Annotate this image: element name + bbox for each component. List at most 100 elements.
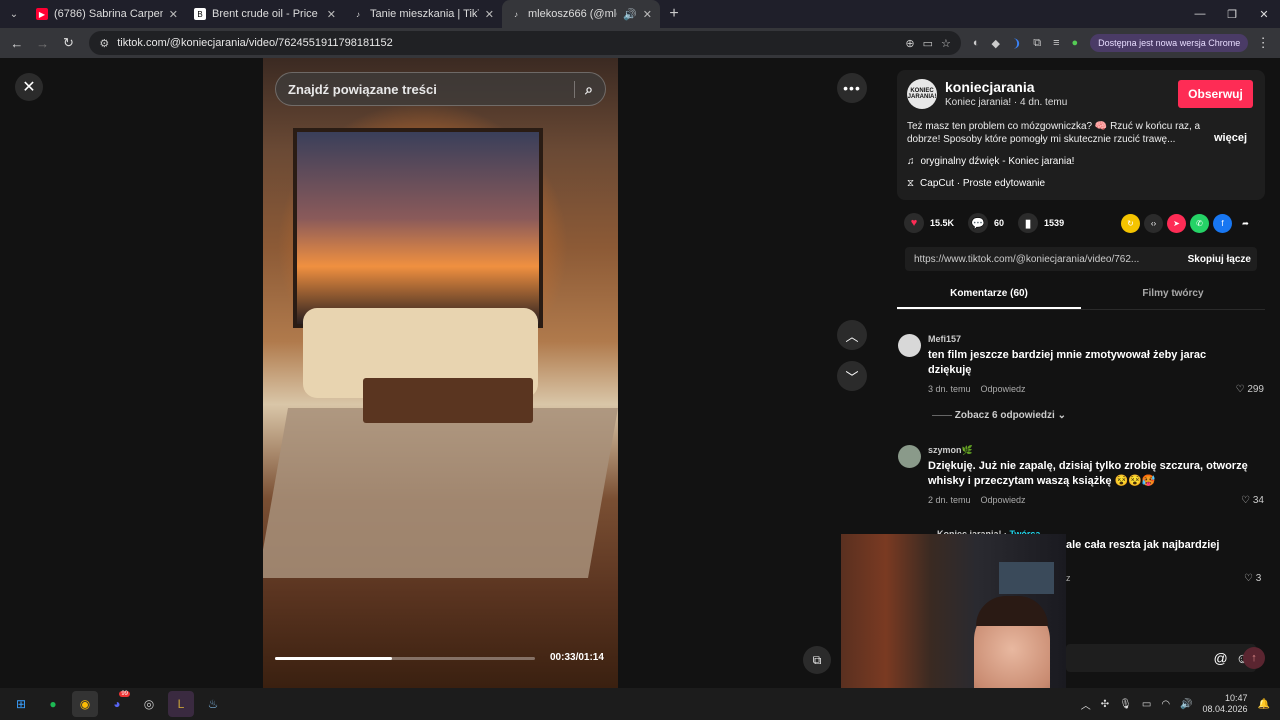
heart-outline-icon: ♡ <box>1241 495 1251 506</box>
previous-video-button[interactable]: ︿ <box>837 320 867 350</box>
maximize-button[interactable]: ❐ <box>1216 0 1248 28</box>
tab-comments[interactable]: Komentarze (60) <box>897 282 1081 309</box>
notification-bell-icon[interactable]: 🔔 <box>1258 699 1270 710</box>
bookmark-star-icon[interactable]: ☆ <box>941 37 951 50</box>
comment-like[interactable]: ♡ 34 <box>1241 495 1264 506</box>
copy-link-box: https://www.tiktok.com/@koniecjarania/vi… <box>905 247 1257 271</box>
microphone-icon[interactable]: 🎙 <box>1119 699 1132 710</box>
repost-icon[interactable]: ↻ <box>1121 214 1140 233</box>
comment-composer[interactable]: @ ☺ <box>1066 644 1256 672</box>
minimize-button[interactable]: — <box>1184 0 1216 28</box>
reply-link[interactable]: Odpowiedz <box>981 384 1026 394</box>
capcut-row[interactable]: ⧖ CapCut · Proste edytowanie <box>907 178 1045 189</box>
browser-tab-3[interactable]: ♪ Tanie mieszkania | TikTok ✕ <box>344 0 502 28</box>
volume-icon[interactable]: 🔊 <box>1180 699 1192 710</box>
whatsapp-icon[interactable]: ✆ <box>1190 214 1209 233</box>
close-tab-icon[interactable]: ✕ <box>327 8 336 21</box>
description-more-link[interactable]: więcej <box>1214 132 1247 144</box>
reply-like-count: 3 <box>1255 573 1262 584</box>
speaker-icon[interactable]: 🔊 <box>623 8 637 21</box>
reading-list-icon[interactable]: ≡ <box>1053 37 1059 49</box>
windows-start-icon[interactable]: ⊞ <box>8 691 34 717</box>
share-arrow-icon[interactable]: ➦ <box>1236 214 1255 233</box>
cast-icon[interactable]: ▭ <box>923 37 933 50</box>
browser-tab-4[interactable]: ♪ mlekosz666 (@mlekosz666 🔊 ✕ <box>502 0 660 28</box>
video-link-url[interactable]: https://www.tiktok.com/@koniecjarania/vi… <box>905 254 1182 265</box>
webcam-background-monitor <box>999 562 1054 594</box>
author-username[interactable]: koniecjarania <box>945 79 1035 95</box>
close-tab-icon[interactable]: ✕ <box>643 8 652 21</box>
view-replies-label: Zobacz 6 odpowiedzi <box>954 410 1055 421</box>
comment-avatar[interactable] <box>898 445 921 468</box>
comment-like[interactable]: ♡ 299 <box>1236 384 1264 395</box>
extension-wave-icon[interactable]: ❩ <box>1012 37 1021 50</box>
video-progress-bar[interactable] <box>275 657 535 660</box>
display-icon[interactable]: ▭ <box>1142 699 1151 710</box>
reply-text: ale cała reszta jak najbardziej <box>1066 539 1220 551</box>
capcut-label: CapCut · Proste edytowanie <box>920 178 1046 189</box>
incognito-extension-icon[interactable]: ◐ <box>973 37 980 49</box>
facebook-icon[interactable]: f <box>1213 214 1232 233</box>
heart-outline-icon: ♡ <box>1244 573 1253 584</box>
close-window-button[interactable]: ✕ <box>1248 0 1280 28</box>
address-bar[interactable]: ⚙ tiktok.com/@koniecjarania/video/762455… <box>89 31 961 55</box>
zoom-icon[interactable]: ⊕ <box>905 37 914 50</box>
panel-tabs: Komentarze (60) Filmy twórcy <box>897 282 1265 310</box>
extension-diamond-icon[interactable]: ◆ <box>992 37 1000 50</box>
wifi-icon[interactable]: ◠ <box>1161 699 1170 710</box>
discord-icon[interactable]: ◕ 99 <box>104 691 130 717</box>
sound-row[interactable]: ♫ oryginalny dźwięk - Koniec jarania! <box>907 156 1074 167</box>
close-video-button[interactable]: ✕ <box>15 73 43 101</box>
follow-button[interactable]: Obserwuj <box>1178 80 1253 108</box>
comment-username[interactable]: Mefi157 <box>928 334 961 344</box>
save-action[interactable]: ▮ 1539 <box>1018 213 1064 233</box>
reload-button[interactable]: ↻ <box>58 32 80 54</box>
chrome-menu-icon[interactable]: ⋮ <box>1252 32 1274 54</box>
search-icon[interactable]: ⌕ <box>574 80 593 98</box>
related-search-placeholder: Znajdź powiązane treści <box>288 81 437 97</box>
embed-icon[interactable]: ‹› <box>1144 214 1163 233</box>
browser-tab-2[interactable]: B Brent crude oil - Price - Chart - ✕ <box>186 0 344 28</box>
page-icon: B <box>194 8 206 20</box>
obs-icon[interactable]: ◎ <box>136 691 162 717</box>
new-tab-button[interactable]: + <box>660 5 688 23</box>
back-button[interactable]: ← <box>6 32 28 54</box>
pip-button[interactable]: ⧉ <box>803 646 831 674</box>
tiktok-icon: ♪ <box>356 9 360 19</box>
reply-like[interactable]: ♡ 3 <box>1244 573 1261 584</box>
forward-button[interactable]: → <box>32 32 54 54</box>
tray-overflow-icon[interactable]: ︿ <box>1081 697 1091 712</box>
send-to-friends-icon[interactable]: ➤ <box>1167 214 1186 233</box>
tab-search-button[interactable]: ⌄ <box>0 0 28 28</box>
comment-username[interactable]: szymon🌿 <box>928 445 973 456</box>
comment-avatar[interactable] <box>898 334 921 357</box>
share-buttons: ↻ ‹› ➤ ✆ f ➦ <box>1121 214 1255 233</box>
spotify-icon[interactable]: ● <box>40 691 66 717</box>
league-icon[interactable]: L <box>168 691 194 717</box>
video-player[interactable]: Znajdź powiązane treści ⌕ 00:33/01:14 <box>263 58 618 688</box>
more-options-button[interactable]: ••• <box>837 73 867 103</box>
copy-link-button[interactable]: Skopiuj łącze <box>1182 254 1257 265</box>
mention-icon[interactable]: @ <box>1213 650 1227 666</box>
clock[interactable]: 10:47 08.04.2026 <box>1203 693 1248 715</box>
extensions-puzzle-icon[interactable]: ⧉ <box>1033 37 1041 50</box>
author-avatar[interactable]: KONIEC JARANIA! <box>907 79 937 109</box>
like-action[interactable]: ♥ 15.5K <box>904 213 954 233</box>
tray-app-icon[interactable]: ✣ <box>1101 699 1109 710</box>
chrome-icon[interactable]: ◉ <box>72 691 98 717</box>
close-tab-icon[interactable]: ✕ <box>169 8 178 21</box>
tab-creator-videos[interactable]: Filmy twórcy <box>1081 282 1265 309</box>
reply-link[interactable]: Odpowiedz <box>981 495 1026 505</box>
view-replies-link[interactable]: —— Zobacz 6 odpowiedzi ⌄ <box>932 410 1066 421</box>
chrome-update-pill[interactable]: Dostępna jest nowa wersja Chrome <box>1090 34 1249 52</box>
close-tab-icon[interactable]: ✕ <box>485 8 494 21</box>
profile-avatar-icon[interactable]: ● <box>1071 37 1078 49</box>
site-info-icon[interactable]: ⚙ <box>99 37 109 50</box>
send-comment-button[interactable]: ↑ <box>1243 647 1265 669</box>
next-video-button[interactable]: ﹀ <box>837 361 867 391</box>
tiktok-icon: ♪ <box>514 9 518 19</box>
browser-tab-1[interactable]: ▶ (6786) Sabrina Carpenter - Feat ✕ <box>28 0 186 28</box>
related-search-box[interactable]: Znajdź powiązane treści ⌕ <box>275 72 606 106</box>
comment-action[interactable]: 💬 60 <box>968 213 1004 233</box>
steam-icon[interactable]: ♨ <box>200 691 226 717</box>
